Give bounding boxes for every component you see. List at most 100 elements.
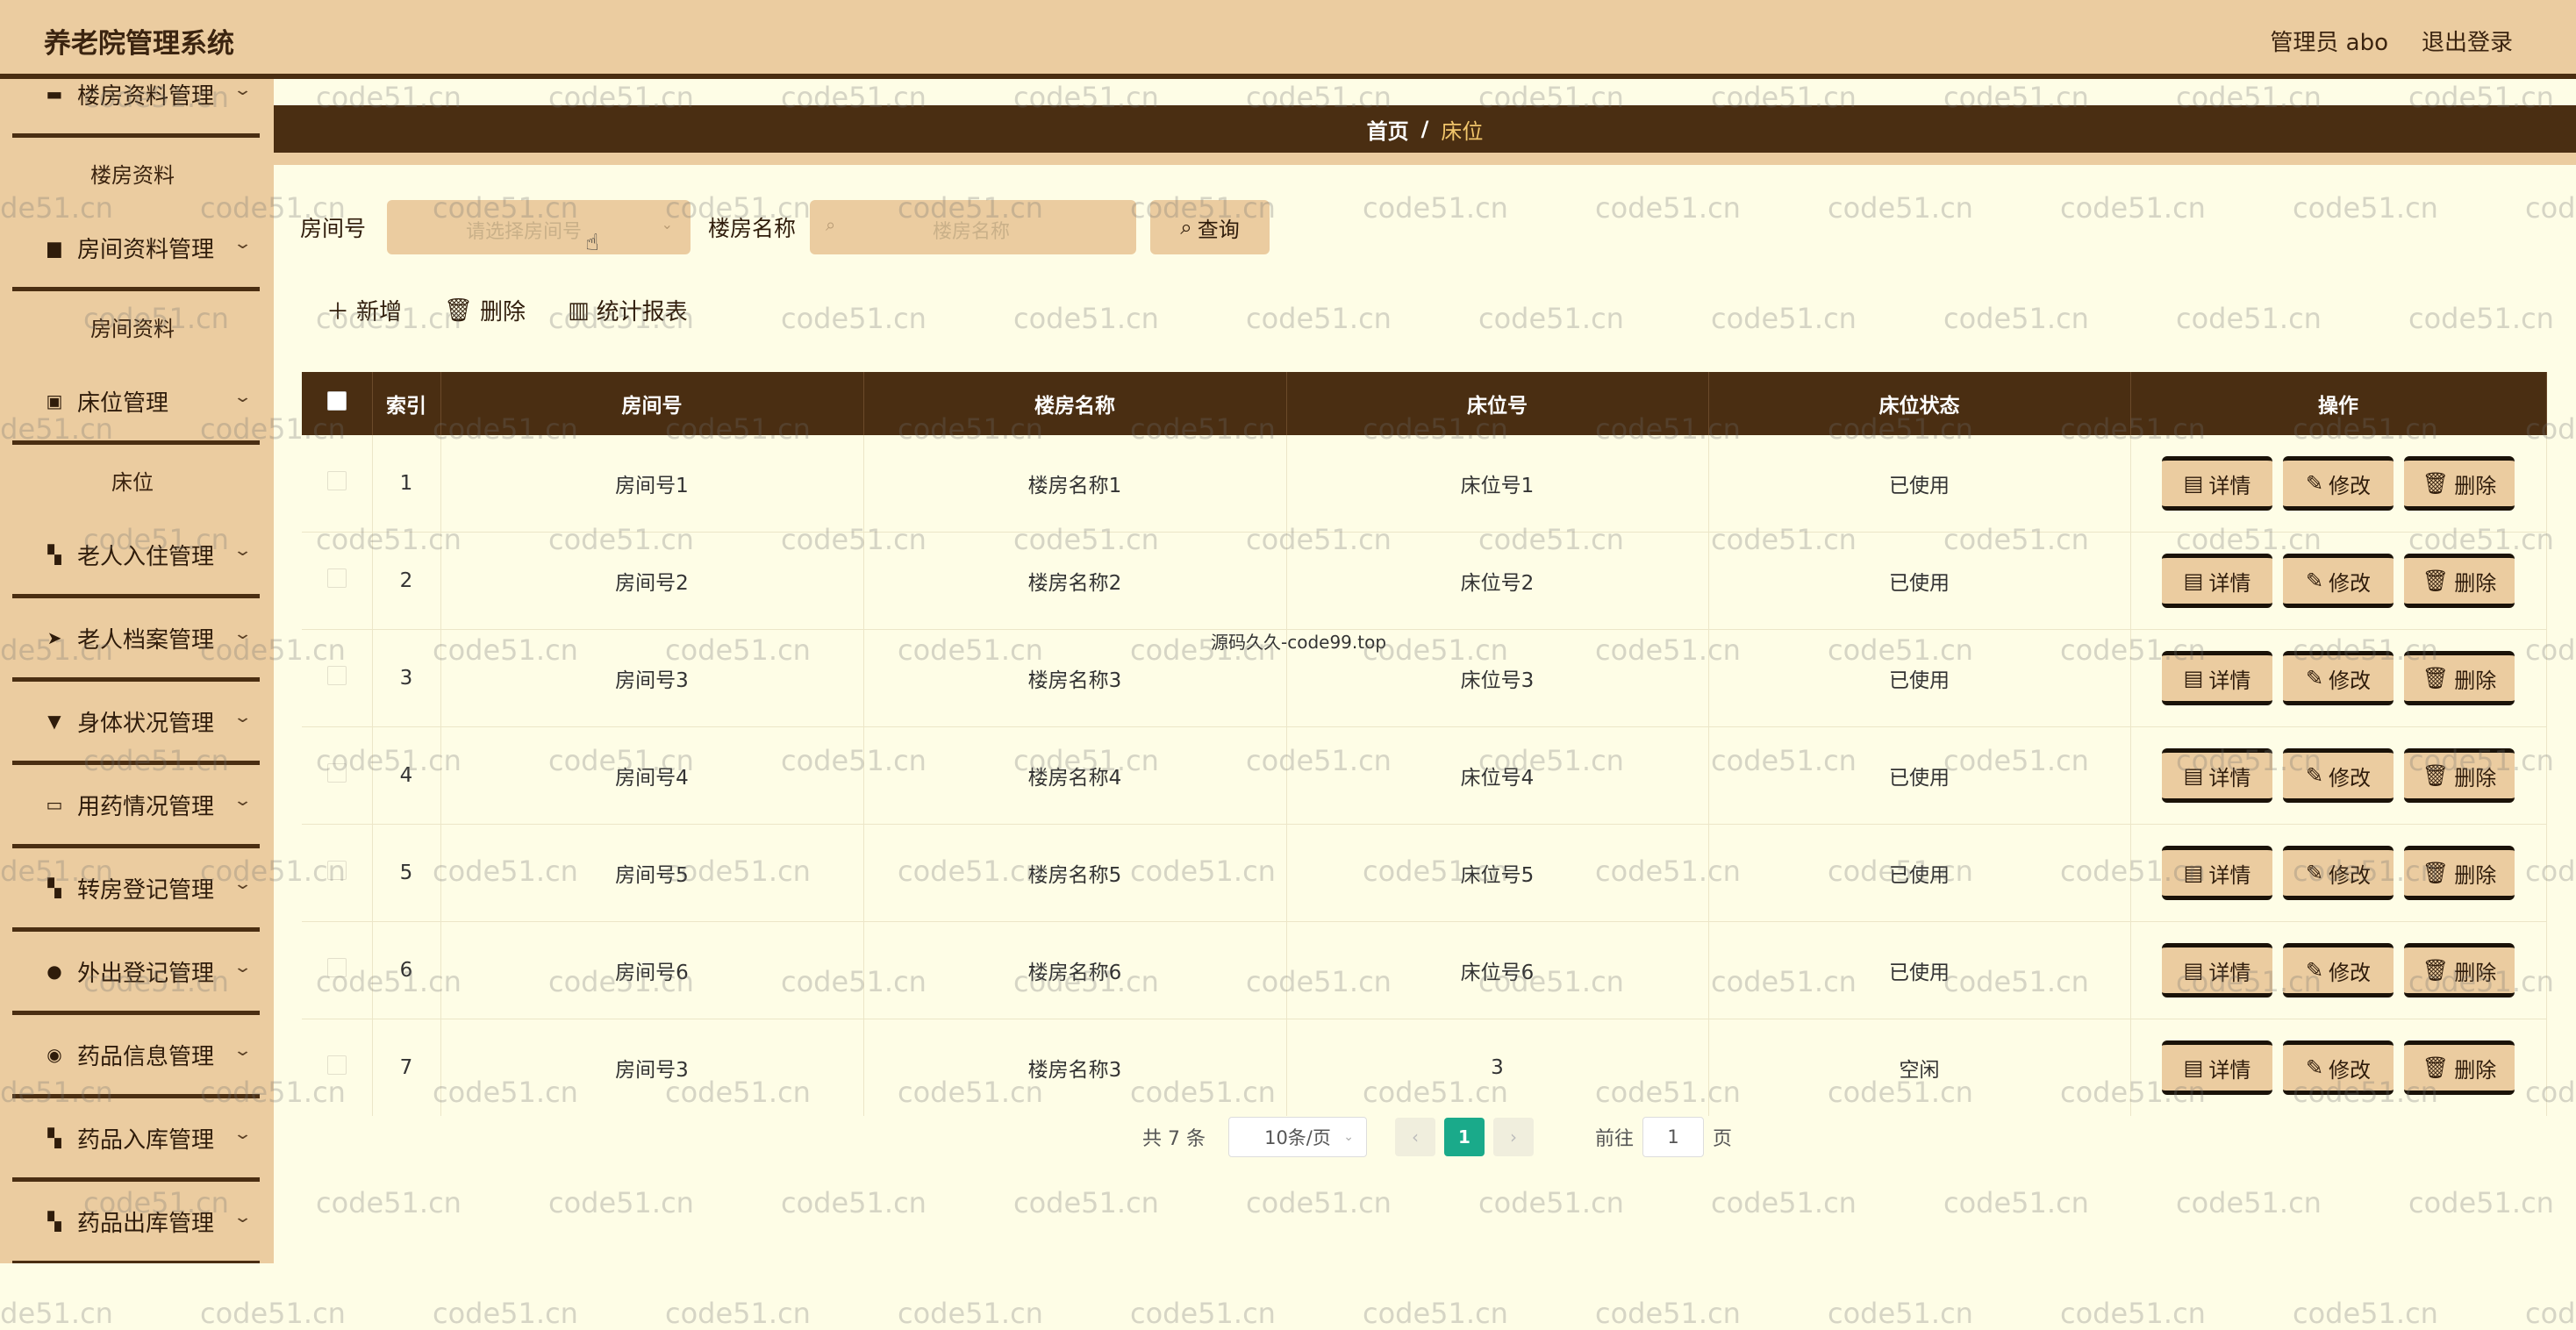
delete-button[interactable]: 🗑 删除 <box>2404 748 2515 803</box>
room-cell: 房间号1 <box>440 435 864 533</box>
prev-page-button[interactable]: ‹ <box>1394 1118 1435 1156</box>
batch-delete-button[interactable]: 🗑 删除 <box>444 294 526 326</box>
table-row[interactable]: 6 房间号6 楼房名称6 床位号6 已使用 ▤ 详情 ✎ 修改 🗑 删除 <box>302 921 2547 1019</box>
detail-button[interactable]: ▤ 详情 <box>2162 456 2272 511</box>
row-checkbox[interactable] <box>326 471 347 490</box>
add-button[interactable]: ＋ 新增 <box>326 294 402 326</box>
row-select-cell[interactable] <box>302 824 373 922</box>
detail-button[interactable]: ▤ 详情 <box>2162 943 2272 998</box>
edit-button[interactable]: ✎ 修改 <box>2283 554 2394 608</box>
row-actions: ▤ 详情 ✎ 修改 🗑 删除 <box>2132 554 2545 608</box>
table-row[interactable]: 4 房间号4 楼房名称4 床位号4 已使用 ▤ 详情 ✎ 修改 🗑 删除 <box>302 726 2547 825</box>
row-select-cell[interactable] <box>302 629 373 727</box>
delete-button[interactable]: 🗑 删除 <box>2404 651 2515 705</box>
detail-button[interactable]: ▤ 详情 <box>2162 748 2272 803</box>
menu-title[interactable]: ▣ 床位管理 ⌄ <box>0 361 274 440</box>
detail-button-label: 详情 <box>2208 765 2251 790</box>
delete-button-label: 删除 <box>2454 862 2497 888</box>
row-checkbox[interactable] <box>326 861 347 880</box>
pencil-icon: ✎ <box>2305 763 2324 788</box>
page-size-select[interactable]: 10条/页 ⌄ <box>1227 1117 1367 1157</box>
row-checkbox[interactable] <box>326 1055 347 1075</box>
building-cell: 楼房名称1 <box>863 435 1287 533</box>
row-checkbox[interactable] <box>326 666 347 685</box>
menu-group: ▣ 床位管理 ⌄ 床位 <box>0 361 274 515</box>
edit-button[interactable]: ✎ 修改 <box>2283 651 2394 705</box>
menu-title[interactable]: ◉ 药品信息管理 ⌄ <box>0 1015 274 1094</box>
menu-sub-item[interactable]: 楼房资料 <box>0 138 274 208</box>
table-row[interactable]: 2 房间号2 楼房名称2 床位号2 已使用 ▤ 详情 ✎ 修改 🗑 删除 <box>302 532 2547 630</box>
chevron-down-icon: ⌄ <box>233 791 253 810</box>
menu-group: ● 外出登记管理 ⌄ <box>0 932 274 1015</box>
menu-title[interactable]: ▚ 药品出库管理 ⌄ <box>0 1182 274 1261</box>
detail-button[interactable]: ▤ 详情 <box>2162 554 2272 608</box>
menu-title[interactable]: ▭ 用药情况管理 ⌄ <box>0 765 274 844</box>
row-checkbox[interactable] <box>326 568 347 588</box>
select-all-cell[interactable] <box>302 372 373 435</box>
current-user[interactable]: 管理员 abo <box>2270 25 2388 57</box>
menu-title[interactable]: ● 外出登记管理 ⌄ <box>0 932 274 1011</box>
bar-chart-icon: ▥ <box>568 297 590 324</box>
delete-button[interactable]: 🗑 删除 <box>2404 846 2515 900</box>
menu-title[interactable]: ▚ 转房登记管理 ⌄ <box>0 848 274 927</box>
delete-button[interactable]: 🗑 删除 <box>2404 456 2515 511</box>
delete-button[interactable]: 🗑 删除 <box>2404 554 2515 608</box>
status-cell: 已使用 <box>1708 435 2131 533</box>
edit-button[interactable]: ✎ 修改 <box>2283 943 2394 998</box>
menu-title[interactable]: ▚ 药品入库管理 ⌄ <box>0 1098 274 1177</box>
delete-button[interactable]: 🗑 删除 <box>2404 943 2515 998</box>
row-checkbox[interactable] <box>326 958 347 977</box>
chevron-down-icon: ⌄ <box>233 1041 253 1060</box>
delete-button-label: 删除 <box>2454 765 2497 790</box>
detail-button[interactable]: ▤ 详情 <box>2162 846 2272 900</box>
menu-title[interactable]: ▆ 房间资料管理 ⌄ <box>0 208 274 287</box>
menu-sub-item[interactable]: 房间资料 <box>0 291 274 361</box>
goto-page-input[interactable]: 1 <box>1642 1117 1704 1157</box>
menu-group: ▚ 药品出库管理 ⌄ <box>0 1182 274 1263</box>
index-cell: 3 <box>372 629 441 727</box>
menu-title[interactable]: ▚ 老人入住管理 ⌄ <box>0 515 274 594</box>
row-select-cell[interactable] <box>302 726 373 825</box>
bed-cell: 床位号6 <box>1286 921 1709 1019</box>
edit-button[interactable]: ✎ 修改 <box>2283 748 2394 803</box>
delete-button[interactable]: 🗑 删除 <box>2404 1040 2515 1095</box>
row-select-cell[interactable] <box>302 532 373 630</box>
row-checkbox[interactable] <box>326 763 347 783</box>
table-row[interactable]: 1 房间号1 楼房名称1 床位号1 已使用 ▤ 详情 ✎ 修改 🗑 删除 <box>302 435 2547 533</box>
building-input[interactable]: ⌕ 楼房名称 <box>810 200 1137 254</box>
select-all-checkbox[interactable] <box>326 391 347 411</box>
detail-button[interactable]: ▤ 详情 <box>2162 1040 2272 1095</box>
logout-link[interactable]: 退出登录 <box>2422 25 2513 57</box>
report-button[interactable]: ▥ 统计报表 <box>568 294 688 326</box>
room-select[interactable]: 请选择房间号 ⌄ ☝ <box>387 200 691 256</box>
menu-title[interactable]: ➤ 老人档案管理 ⌄ <box>0 598 274 677</box>
table-row[interactable]: 5 房间号5 楼房名称5 床位号5 已使用 ▤ 详情 ✎ 修改 🗑 删除 <box>302 824 2547 922</box>
menu-title[interactable]: ▼ 身体状况管理 ⌄ <box>0 682 274 761</box>
pencil-icon: ✎ <box>2305 666 2324 690</box>
row-select-cell[interactable] <box>302 435 373 533</box>
user-icon: ● <box>47 961 62 982</box>
actions-cell: ▤ 详情 ✎ 修改 🗑 删除 <box>2130 435 2547 533</box>
row-select-cell[interactable] <box>302 921 373 1019</box>
table-row[interactable]: 7 房间号3 楼房名称3 3 空闲 ▤ 详情 ✎ 修改 🗑 删除 <box>302 1019 2547 1116</box>
table-row[interactable]: 3 房间号3 楼房名称3 床位号3 已使用 ▤ 详情 ✎ 修改 🗑 删除 <box>302 629 2547 727</box>
edit-button[interactable]: ✎ 修改 <box>2283 456 2394 511</box>
report-button-label: 统计报表 <box>596 299 688 325</box>
delete-button-label: 删除 <box>2454 1057 2497 1083</box>
page-unit-label: 页 <box>1713 1128 1733 1150</box>
row-actions: ▤ 详情 ✎ 修改 🗑 删除 <box>2132 943 2545 998</box>
next-page-button[interactable]: › <box>1492 1118 1534 1156</box>
delete-button-label: 删除 <box>2454 570 2497 596</box>
menu-sub-item[interactable]: 床位 <box>0 445 274 515</box>
query-button[interactable]: ⌕ 查询 <box>1150 200 1270 254</box>
page-number-current[interactable]: 1 <box>1443 1118 1485 1156</box>
edit-button[interactable]: ✎ 修改 <box>2283 1040 2394 1095</box>
row-select-cell[interactable] <box>302 1019 373 1116</box>
breadcrumb-home[interactable]: 首页 <box>1367 114 1409 145</box>
menu-title[interactable]: ▬ 楼房资料管理 ⌄ <box>0 79 274 133</box>
detail-button[interactable]: ▤ 详情 <box>2162 651 2272 705</box>
search-icon: ⌕ <box>1180 215 1192 240</box>
room-cell: 房间号4 <box>440 726 864 825</box>
edit-button[interactable]: ✎ 修改 <box>2283 846 2394 900</box>
trash-icon: 🗑 <box>2422 861 2450 885</box>
